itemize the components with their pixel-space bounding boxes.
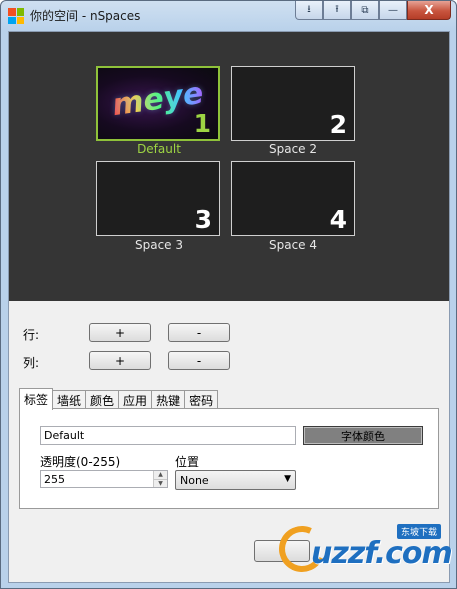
font-color-button[interactable]: 字体颜色 xyxy=(303,426,423,445)
dropdown-arrow-icon: ▼ xyxy=(284,474,291,484)
thumbnail-logo: meye xyxy=(110,75,206,124)
tab-wallpaper[interactable]: 墙纸 xyxy=(52,390,87,409)
space-label-default: Default xyxy=(137,142,181,156)
settings-tabs: 标签 墙纸 颜色 应用 热键 密码 xyxy=(19,388,219,410)
cols-label: 列: xyxy=(23,356,40,370)
opacity-spinner[interactable]: 255 ▲ ▼ xyxy=(40,470,168,488)
move-down-button[interactable]: ⭳ xyxy=(295,1,323,20)
remove-column-button[interactable]: - xyxy=(168,351,230,370)
restore-button[interactable]: ⧉ xyxy=(351,1,379,20)
restore-icon: ⧉ xyxy=(361,4,369,16)
opacity-label: 透明度(0-255) xyxy=(40,455,121,469)
position-label: 位置 xyxy=(175,455,200,469)
add-row-button[interactable]: + xyxy=(89,323,151,342)
watermark-text: uzzf.com xyxy=(311,536,453,571)
tab-hotkeys[interactable]: 热键 xyxy=(151,390,186,409)
minimize-icon: — xyxy=(388,4,398,16)
position-select[interactable]: None ▼ xyxy=(175,470,296,490)
spaces-panel: meye 1 Default 2 Space 2 3 Space 3 4 Spa… xyxy=(9,32,449,301)
space-number: 3 xyxy=(194,205,212,234)
tab-color[interactable]: 颜色 xyxy=(85,390,120,409)
remove-row-button[interactable]: - xyxy=(168,323,230,342)
close-button[interactable]: X xyxy=(407,1,451,20)
move-up-button[interactable]: ⭱ xyxy=(323,1,351,20)
position-value: None xyxy=(180,474,209,487)
title-bar[interactable]: 你的空间 - nSpaces ⭳ ⭱ ⧉ — X xyxy=(1,1,456,29)
windows-logo-icon xyxy=(8,8,24,24)
spinner-arrows[interactable]: ▲ ▼ xyxy=(153,471,167,487)
space-tile-default[interactable]: meye 1 xyxy=(96,66,220,141)
rows-label: 行: xyxy=(23,328,40,342)
client-area: meye 1 Default 2 Space 2 3 Space 3 4 Spa… xyxy=(8,31,450,583)
move-down-icon: ⭳ xyxy=(307,3,311,15)
tab-apps[interactable]: 应用 xyxy=(118,390,153,409)
space-tile-4[interactable]: 4 xyxy=(231,161,355,236)
app-window: 你的空间 - nSpaces ⭳ ⭱ ⧉ — X meye 1 Default … xyxy=(0,0,457,589)
space-label-4: Space 4 xyxy=(268,238,318,252)
space-number: 4 xyxy=(329,205,347,234)
caption-buttons: ⭳ ⭱ ⧉ — X xyxy=(295,1,451,20)
space-number: 2 xyxy=(329,110,347,139)
opacity-value: 255 xyxy=(44,473,65,486)
space-label-3: Space 3 xyxy=(134,238,184,252)
move-up-icon: ⭱ xyxy=(335,3,339,15)
spin-up-icon[interactable]: ▲ xyxy=(154,471,167,479)
spin-down-icon[interactable]: ▼ xyxy=(154,479,167,487)
space-name-input[interactable]: Default xyxy=(40,426,296,445)
tab-password[interactable]: 密码 xyxy=(184,390,219,409)
close-icon: X xyxy=(424,3,434,17)
space-label-2: Space 2 xyxy=(268,142,318,156)
space-tile-2[interactable]: 2 xyxy=(231,66,355,141)
watermark-logo: uzzf.com 东坡下载 xyxy=(272,519,453,582)
tab-label[interactable]: 标签 xyxy=(19,388,54,410)
tab-panel-label: Default 字体颜色 透明度(0-255) 255 ▲ ▼ 位置 None … xyxy=(19,408,439,509)
add-column-button[interactable]: + xyxy=(89,351,151,370)
window-title: 你的空间 - nSpaces xyxy=(30,9,141,23)
minimize-button[interactable]: — xyxy=(379,1,407,20)
watermark-badge: 东坡下载 xyxy=(397,524,442,539)
space-tile-3[interactable]: 3 xyxy=(96,161,220,236)
space-number: 1 xyxy=(193,109,211,138)
